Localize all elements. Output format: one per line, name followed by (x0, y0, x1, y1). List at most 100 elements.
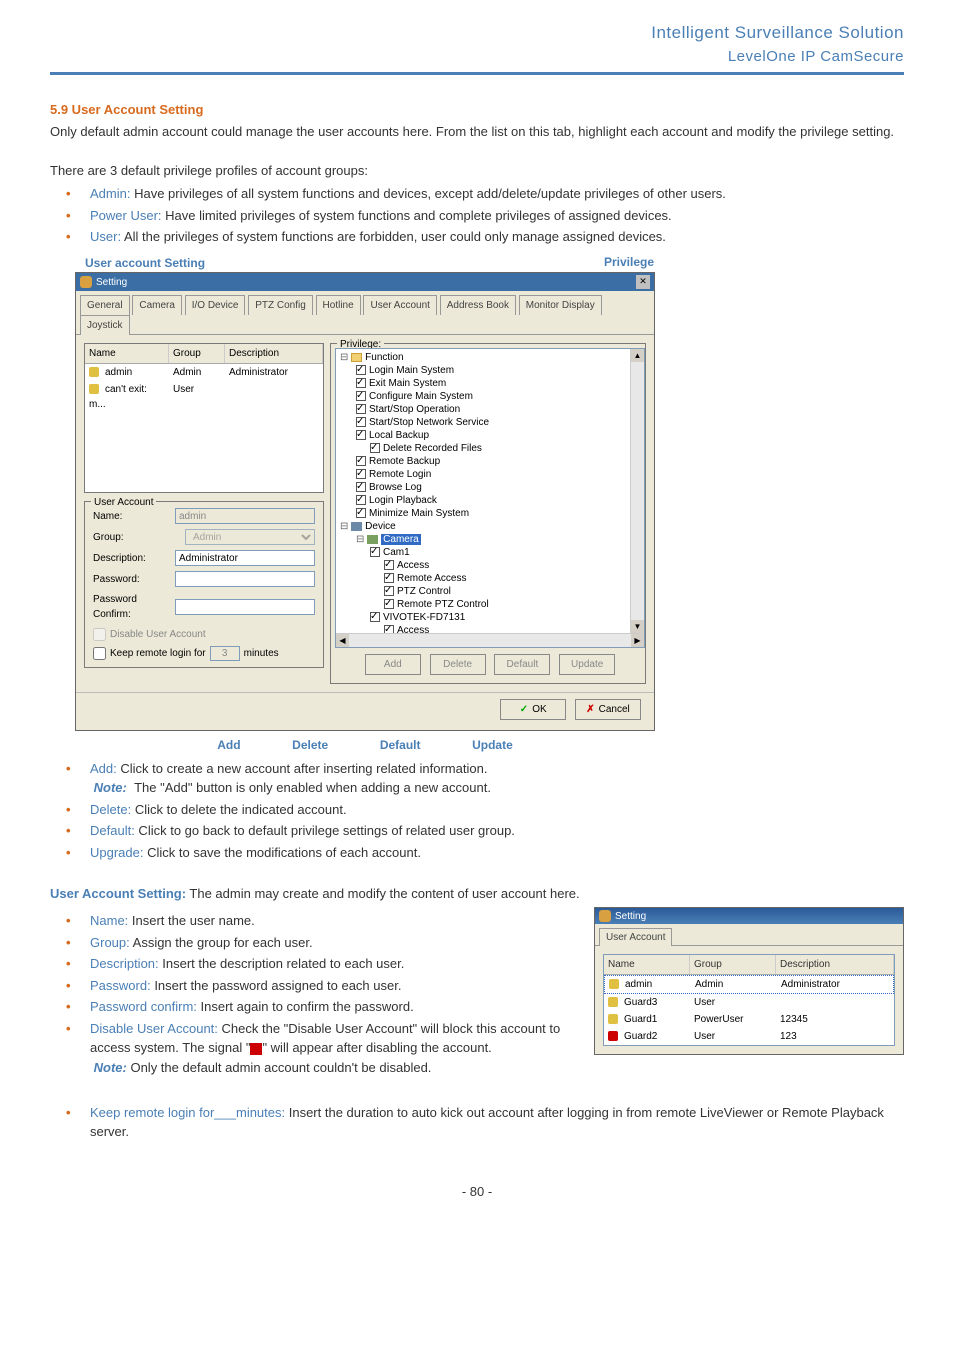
tree-node[interactable]: VIVOTEK-FD7131 (340, 611, 644, 624)
note-label: Note: (94, 780, 127, 795)
cancel-button[interactable]: ✗Cancel (575, 699, 641, 720)
tab-address-book[interactable]: Address Book (440, 295, 516, 315)
checkbox-icon[interactable] (384, 586, 394, 596)
tree-node[interactable]: Login Playback (340, 494, 644, 507)
checkbox-icon[interactable] (384, 599, 394, 609)
ok-button[interactable]: ✓OK (500, 699, 566, 720)
checkbox-icon[interactable] (356, 495, 366, 505)
dialog-titlebar: Setting ✕ (76, 273, 654, 291)
desc-label: Description: (93, 551, 175, 566)
checkbox-icon[interactable] (370, 612, 380, 622)
checkbox-icon[interactable] (356, 365, 366, 375)
keep-login-row[interactable]: Keep remote login for minutes (93, 646, 315, 661)
tab-user-account[interactable]: User Account (363, 295, 436, 315)
callout-uas: User account Setting (85, 254, 205, 272)
tree-node[interactable]: Remote PTZ Control (340, 598, 644, 611)
default-button[interactable]: Default (494, 654, 550, 675)
tree-node[interactable]: ⊟ Camera (340, 533, 644, 546)
action-add: Add: (90, 761, 117, 776)
checkbox-icon[interactable] (356, 482, 366, 492)
inset-account-list[interactable]: Name Group Description admin Admin Admin… (603, 954, 895, 1046)
inset-row[interactable]: admin Admin Administrator (604, 975, 894, 994)
tree-node[interactable]: PTZ Control (340, 585, 644, 598)
uas-field-list: Name: Insert the user name. Group: Assig… (50, 911, 578, 1077)
groups-intro: There are 3 default privilege profiles o… (50, 161, 904, 181)
inset-col-name[interactable]: Name (604, 955, 690, 974)
tree-node[interactable]: Minimize Main System (340, 507, 644, 520)
inset-row[interactable]: Guard2 User 123 (604, 1028, 894, 1045)
checkbox-icon[interactable] (356, 417, 366, 427)
tree-node[interactable]: Cam1 (340, 546, 644, 559)
delete-button[interactable]: Delete (430, 654, 486, 675)
section-heading: 5.9 User Account Setting (50, 100, 904, 120)
group-select[interactable]: Admin (185, 529, 315, 545)
tab-monitor-display[interactable]: Monitor Display (519, 295, 602, 315)
callout-add: Add (217, 736, 240, 754)
uas-heading: User Account Setting: (50, 886, 186, 901)
keep-login-checkbox[interactable] (93, 647, 106, 660)
add-button[interactable]: Add (365, 654, 421, 675)
account-list[interactable]: Name Group Description admin Admin Admin… (84, 343, 324, 493)
tree-node[interactable]: ⊟ Function (340, 351, 644, 364)
tree-node[interactable]: Remote Login (340, 468, 644, 481)
disable-account-row[interactable]: Disable User Account (93, 627, 315, 642)
checkbox-icon[interactable] (356, 391, 366, 401)
tab-general[interactable]: General (80, 295, 130, 315)
col-name[interactable]: Name (85, 344, 169, 363)
hscroll[interactable] (336, 633, 644, 647)
tree-node[interactable]: Browse Log (340, 481, 644, 494)
pwd-input[interactable] (175, 571, 315, 587)
disable-account-checkbox[interactable] (93, 628, 106, 641)
checkbox-icon[interactable] (356, 456, 366, 466)
name-input[interactable] (175, 508, 315, 524)
checkbox-icon[interactable] (356, 404, 366, 414)
keep-login-item: Keep remote login for___minutes: Insert … (50, 1103, 904, 1142)
group-label: Group: (93, 530, 185, 545)
callout-priv: Privilege (604, 253, 654, 271)
tab-io-device[interactable]: I/O Device (185, 295, 246, 315)
inset-col-desc[interactable]: Description (776, 955, 894, 974)
tab-ptz-config[interactable]: PTZ Config (248, 295, 313, 315)
checkbox-icon[interactable] (356, 508, 366, 518)
tree-node[interactable]: Start/Stop Operation (340, 403, 644, 416)
checkbox-icon[interactable] (370, 443, 380, 453)
keep-login-minutes[interactable] (210, 646, 240, 661)
tree-node[interactable]: Configure Main System (340, 390, 644, 403)
pwdc-input[interactable] (175, 599, 315, 615)
col-group[interactable]: Group (169, 344, 225, 363)
tree-node[interactable]: Remote Access (340, 572, 644, 585)
account-row[interactable]: can't exit: m... User (85, 381, 323, 413)
checkbox-icon[interactable] (356, 430, 366, 440)
tab-hotline[interactable]: Hotline (316, 295, 361, 315)
setting-dialog: Setting ✕ General Camera I/O Device PTZ … (75, 272, 655, 731)
col-desc[interactable]: Description (225, 344, 323, 363)
tree-node[interactable]: Login Main System (340, 364, 644, 377)
action-list: Add: Click to create a new account after… (50, 759, 904, 863)
figure-top-labels: User account Setting Privilege (75, 253, 904, 273)
tree-node[interactable]: Start/Stop Network Service (340, 416, 644, 429)
account-row[interactable]: admin Admin Administrator (85, 364, 323, 381)
privilege-tree[interactable]: ⊟ FunctionLogin Main SystemExit Main Sys… (335, 348, 645, 648)
inset-col-group[interactable]: Group (690, 955, 776, 974)
desc-input[interactable] (175, 550, 315, 566)
user-account-form: User Account Name: Group: Admin Descript… (84, 501, 324, 668)
checkbox-icon[interactable] (384, 573, 394, 583)
inset-tab-user-account[interactable]: User Account (599, 928, 672, 946)
tree-node[interactable]: Access (340, 559, 644, 572)
tree-node[interactable]: Delete Recorded Files (340, 442, 644, 455)
inset-row[interactable]: Guard1 PowerUser 12345 (604, 1011, 894, 1028)
checkbox-icon[interactable] (356, 469, 366, 479)
update-button[interactable]: Update (559, 654, 615, 675)
close-button[interactable]: ✕ (636, 275, 650, 289)
tree-node[interactable]: Exit Main System (340, 377, 644, 390)
checkbox-icon[interactable] (370, 547, 380, 557)
tab-camera[interactable]: Camera (132, 295, 182, 315)
tree-node[interactable]: Remote Backup (340, 455, 644, 468)
tab-joystick[interactable]: Joystick (80, 315, 130, 335)
checkbox-icon[interactable] (356, 378, 366, 388)
tree-node[interactable]: Local Backup (340, 429, 644, 442)
tree-node[interactable]: ⊟ Device (340, 520, 644, 533)
vscroll[interactable] (630, 349, 644, 633)
checkbox-icon[interactable] (384, 560, 394, 570)
inset-row[interactable]: Guard3 User (604, 994, 894, 1011)
